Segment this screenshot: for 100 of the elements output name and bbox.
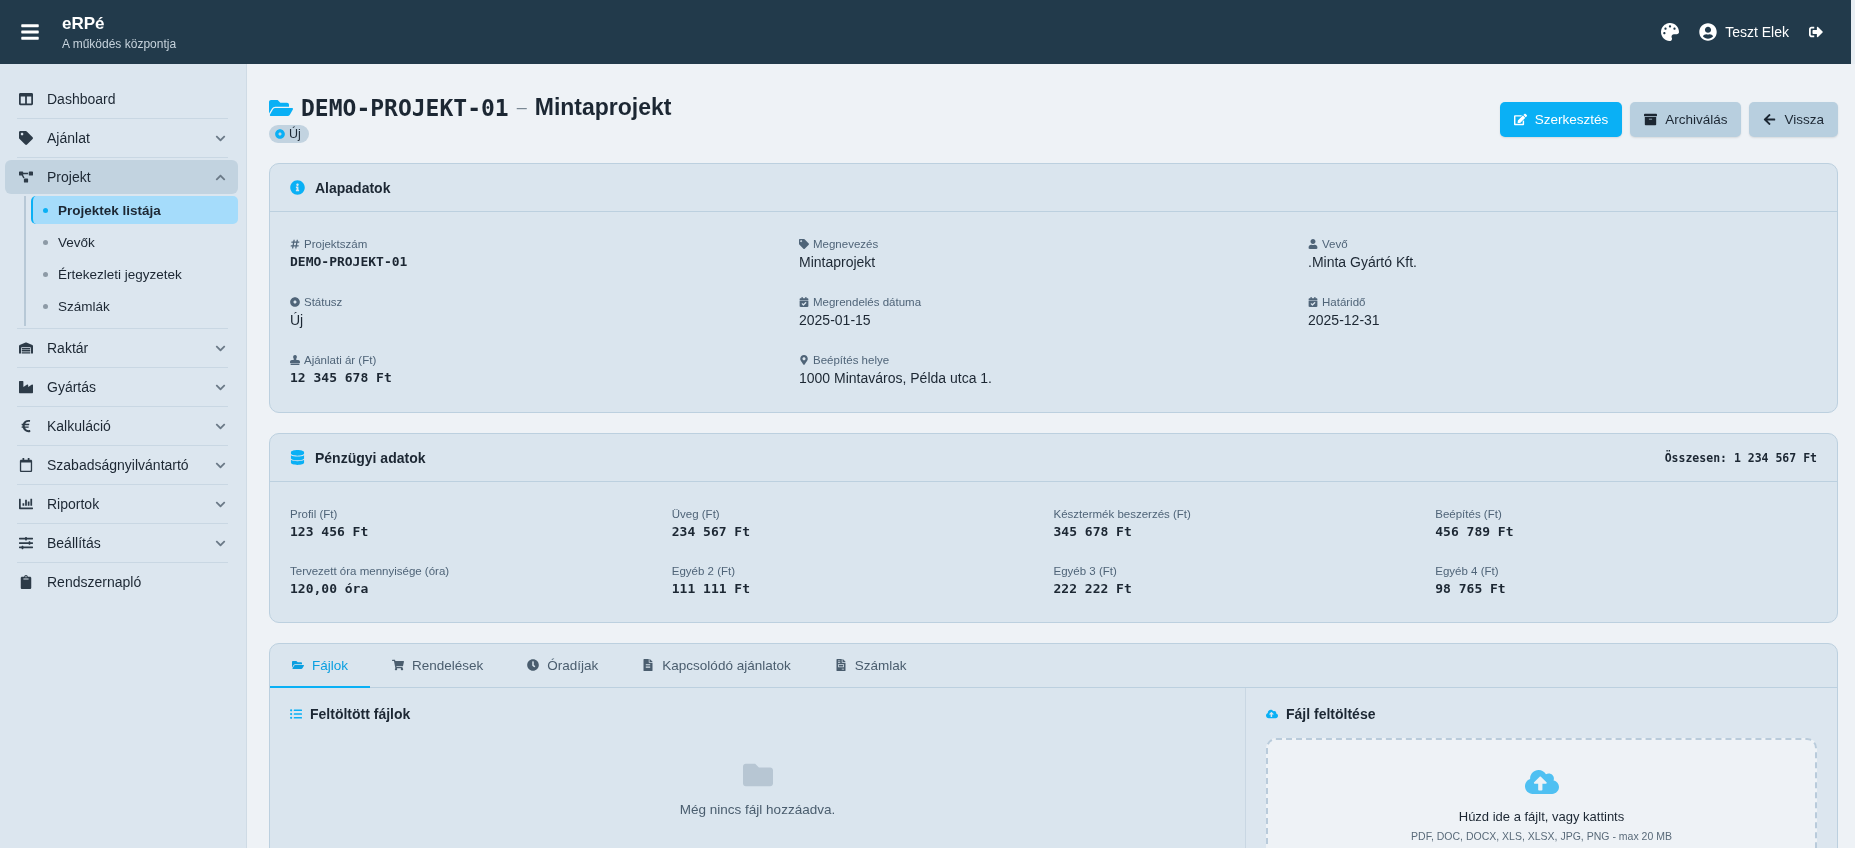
sliders-icon: [19, 536, 33, 550]
field-label: Határidő: [1308, 296, 1817, 308]
warehouse-icon: [19, 341, 33, 355]
clock-icon: [527, 659, 540, 671]
field-label: Egyéb 2 (Ft): [671, 565, 737, 577]
nav-item[interactable]: Kalkuláció: [5, 409, 238, 443]
field-value: 98 765 Ft: [1435, 581, 1507, 596]
factory-icon: [19, 380, 33, 394]
nav-item[interactable]: Rendszernapló: [5, 565, 238, 599]
columns-icon: [19, 92, 33, 106]
tab[interactable]: Számlak: [812, 644, 929, 688]
field-value: 123 456 Ft: [290, 524, 370, 539]
invoice-icon: [834, 659, 847, 671]
field-label: Beépítés helye: [799, 354, 1308, 366]
folder-icon: [292, 659, 304, 671]
field-value: 2025-01-15: [799, 312, 872, 328]
nav-subitem[interactable]: Számlák: [31, 292, 238, 320]
nav-item[interactable]: Dashboard: [5, 82, 238, 116]
field-label: Egyéb 4 (Ft): [1435, 565, 1500, 577]
field-label: Státusz: [290, 296, 799, 308]
field-value: 222 222 Ft: [1053, 581, 1133, 596]
field-label: Ajánlati ár (Ft): [290, 354, 799, 366]
action-button[interactable]: Archiválás: [1630, 102, 1742, 137]
nav-subitem[interactable]: Vevők: [31, 228, 238, 256]
total-amount: Összesen: 1 234 567 Ft: [1664, 450, 1817, 465]
tab[interactable]: Kapcsolódó ajánlatok: [620, 644, 813, 688]
field-value: 234 567 Ft: [671, 524, 752, 539]
upload-dropzone[interactable]: Húzd ide a fájlt, vagy kattints PDF, DOC, DOCX, XLS, XLSX, JPG, PNG - max 20 MB: [1266, 738, 1817, 848]
panel-title: Fájl feltöltése: [1286, 706, 1376, 722]
euro-icon: [19, 419, 33, 433]
nav-item[interactable]: Projekt: [5, 160, 238, 194]
user-icon: [1308, 239, 1318, 249]
field-value: 111 111 Ft: [671, 581, 752, 596]
nav-subitem[interactable]: Projektek listája: [31, 196, 238, 224]
field-value: 120,00 óra: [290, 581, 370, 596]
palette-icon[interactable]: [1661, 23, 1680, 41]
field-label: Tervezett óra mennyisége (óra): [290, 565, 451, 577]
user-menu[interactable]: Teszt Elek: [1699, 23, 1789, 41]
user-avatar-icon: [1699, 23, 1718, 41]
dropzone-hint: Húzd ide a fájlt, vagy kattints: [1458, 809, 1625, 824]
document-icon: [642, 659, 655, 671]
card-title: Pénzügyi adatok: [315, 449, 426, 466]
list-icon: [290, 708, 302, 720]
menu-button[interactable]: [20, 22, 40, 42]
clipboard-icon: [19, 575, 33, 589]
hash-icon: [290, 239, 300, 249]
nav-subitem[interactable]: Értekezleti jegyzetek: [31, 260, 238, 288]
project-code: DEMO-PROJEKT-01: [301, 94, 509, 121]
archive-icon: [1644, 113, 1658, 126]
calendar-icon: [19, 458, 33, 472]
calendar-icon: [1308, 297, 1318, 307]
field-label: Üveg (Ft): [671, 508, 721, 520]
database-icon: [290, 450, 305, 465]
field-value: 1000 Mintaváros, Példa utca 1.: [799, 370, 993, 386]
info-icon: [290, 180, 305, 195]
cloud-upload-icon: [1266, 708, 1278, 720]
calendar-icon: [799, 297, 809, 307]
map-pin-icon: [799, 355, 809, 365]
arrow-left-icon: [1763, 113, 1777, 126]
nav-item[interactable]: Raktár: [5, 331, 238, 365]
nav-item[interactable]: Szabadságnyilvántartó: [5, 448, 238, 482]
app-tagline: A működés központja: [62, 36, 177, 51]
action-button[interactable]: Vissza: [1749, 102, 1838, 137]
status-badge: Új: [269, 125, 309, 143]
cart-icon: [392, 659, 404, 671]
edit-icon: [1513, 113, 1527, 126]
tab[interactable]: Rendelések: [370, 644, 506, 688]
nav-item[interactable]: Beállítás: [5, 526, 238, 560]
tab[interactable]: Óradíjak: [505, 644, 621, 688]
field-value: Új: [290, 312, 305, 328]
field-value: 2025-12-31: [1308, 312, 1381, 328]
field-value: 456 789 Ft: [1435, 524, 1515, 539]
tag-icon: [799, 239, 809, 249]
field-label: Projektszám: [290, 238, 799, 250]
field-label: Megrendelés dátuma: [799, 296, 1308, 308]
field-value: .Minta Gyártó Kft.: [1308, 254, 1418, 270]
nav-item[interactable]: Gyártás: [5, 370, 238, 404]
field-value: 12 345 678 Ft: [290, 370, 393, 385]
field-label: Egyéb 3 (Ft): [1053, 565, 1118, 577]
panel-title: Feltöltött fájlok: [310, 706, 411, 722]
nav-item[interactable]: Riportok: [5, 487, 238, 521]
empty-message: Még nincs fájl hozzáadva.: [679, 802, 836, 817]
field-value: DEMO-PROJEKT-01: [290, 254, 409, 269]
card-title: Alapadatok: [315, 179, 391, 196]
stamp-icon: [290, 355, 300, 365]
nav-item[interactable]: Ajánlat: [5, 121, 238, 155]
title-separator: –: [516, 97, 527, 118]
field-value: 345 678 Ft: [1053, 524, 1133, 539]
tag-icon: [19, 131, 33, 145]
field-label: Profil (Ft): [290, 508, 339, 520]
field-label: Vevő: [1308, 238, 1817, 250]
field-label: Beépítés (Ft): [1435, 508, 1503, 520]
field-value: Mintaprojekt: [799, 254, 877, 270]
field-label: Késztermék beszerzés (Ft): [1053, 508, 1192, 520]
project-name: Mintaprojekt: [534, 94, 672, 121]
field-label: Megnevezés: [799, 238, 1308, 250]
diagram-icon: [19, 170, 33, 184]
dropzone-formats: PDF, DOC, DOCX, XLS, XLSX, JPG, PNG - max 20 MB: [1411, 830, 1672, 842]
logout-icon[interactable]: [1809, 25, 1823, 39]
app-name: eRPé: [62, 13, 106, 34]
